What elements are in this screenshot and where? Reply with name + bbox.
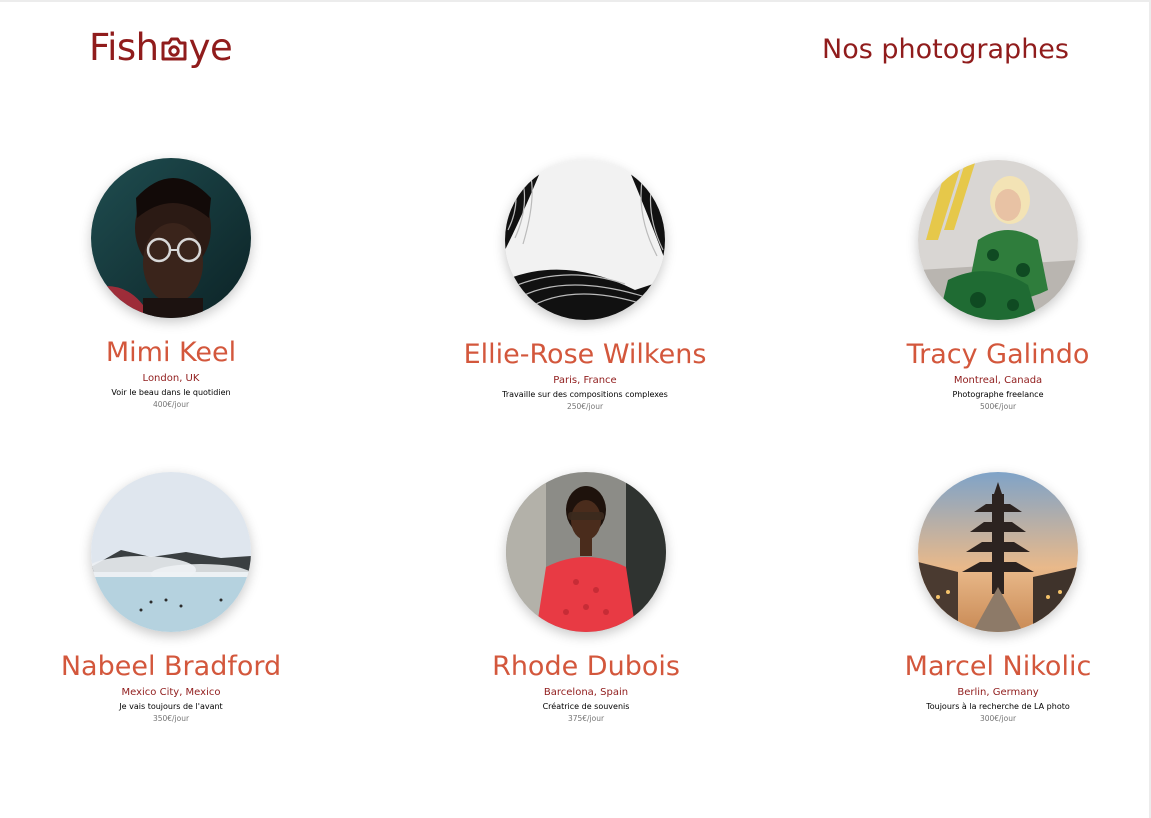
- photographer-tagline: Voir le beau dans le quotidien: [111, 388, 231, 397]
- photographer-link[interactable]: [505, 160, 665, 320]
- photographer-link[interactable]: [506, 472, 666, 632]
- site-header: Fish ye Nos photographes: [0, 2, 1151, 102]
- photographer-name: Ellie-Rose Wilkens: [463, 339, 707, 370]
- logo-text-end: ye: [188, 26, 233, 69]
- photographer-link[interactable]: [918, 472, 1078, 632]
- photographer-link[interactable]: [918, 160, 1078, 320]
- camera-icon: [160, 31, 188, 65]
- photographer-name: Mimi Keel: [105, 337, 237, 368]
- photographer-name: Nabeel Bradford: [60, 651, 282, 682]
- photographer-location: Mexico City, Mexico: [121, 687, 221, 698]
- photographer-tagline: Photographe freelance: [952, 390, 1044, 399]
- photographer-card: Ellie-Rose Wilkens Paris, France Travail…: [435, 160, 735, 413]
- photographer-card: Rhode Dubois Barcelona, Spain Créatrice …: [436, 472, 736, 725]
- photographer-price: 375€/jour: [567, 714, 605, 723]
- photographer-tagline: Je vais toujours de l'avant: [119, 702, 223, 711]
- photographer-card: Nabeel Bradford Mexico City, Mexico Je v…: [21, 472, 321, 725]
- photographer-portrait: [918, 472, 1078, 632]
- photographer-price: 350€/jour: [152, 714, 190, 723]
- photographer-card: Marcel Nikolic Berlin, Germany Toujours …: [848, 472, 1148, 725]
- photographer-card: Mimi Keel London, UK Voir le beau dans l…: [21, 158, 321, 411]
- photographer-price: 500€/jour: [979, 402, 1017, 411]
- photographer-tagline: Travaille sur des compositions complexes: [502, 390, 668, 399]
- photographer-name: Rhode Dubois: [492, 651, 680, 682]
- photographer-location: Berlin, Germany: [957, 687, 1039, 698]
- photographer-portrait: [505, 160, 665, 320]
- photographer-name: Marcel Nikolic: [904, 651, 1092, 682]
- photographer-location: London, UK: [142, 373, 200, 384]
- photographer-portrait: [91, 158, 251, 318]
- photographer-tagline: Créatrice de souvenis: [542, 702, 630, 711]
- photographer-location: Montreal, Canada: [953, 375, 1043, 386]
- page-title: Nos photographes: [822, 34, 1069, 65]
- photographer-link[interactable]: [91, 158, 251, 318]
- photographer-portrait: [506, 472, 666, 632]
- photographer-tagline: Toujours à la recherche de LA photo: [926, 702, 1070, 711]
- logo-text-start: Fish: [89, 26, 159, 69]
- photographer-portrait: [918, 160, 1078, 320]
- photographer-link[interactable]: [91, 472, 251, 632]
- photographer-price: 250€/jour: [566, 402, 604, 411]
- logo[interactable]: Fish ye: [89, 26, 233, 70]
- photographer-portrait: [91, 472, 251, 632]
- photographer-price: 300€/jour: [979, 714, 1017, 723]
- photographer-location: Paris, France: [553, 375, 617, 386]
- photographer-card: Tracy Galindo Montreal, Canada Photograp…: [848, 160, 1148, 413]
- photographer-location: Barcelona, Spain: [543, 687, 629, 698]
- photographer-price: 400€/jour: [152, 400, 190, 409]
- photographer-name: Tracy Galindo: [906, 339, 1090, 370]
